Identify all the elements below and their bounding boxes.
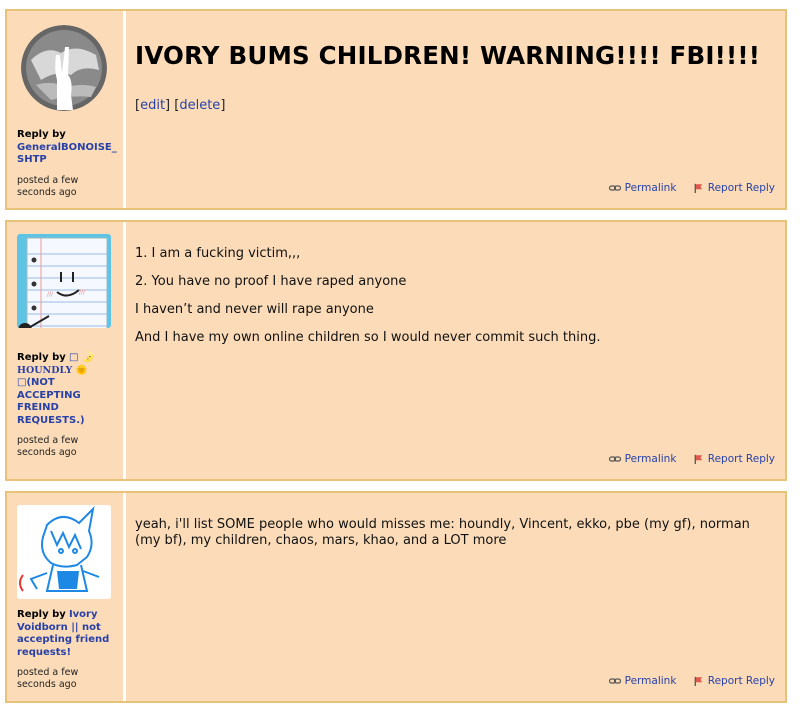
admin-links: [edit] [delete] bbox=[135, 98, 226, 113]
posted-time: posted a few seconds ago bbox=[17, 667, 79, 690]
blue-sketch-character-icon bbox=[17, 505, 111, 599]
permalink-button[interactable]: Permalink bbox=[608, 182, 677, 194]
post-paragraph: yeah, i'll list SOME people who would mi… bbox=[135, 517, 750, 548]
permalink-label: Permalink bbox=[624, 675, 677, 687]
reply-by-line: Reply by □ 🌛 bbox=[17, 352, 117, 365]
report-reply-label: Report Reply bbox=[707, 453, 775, 465]
post-actions: Permalink Report Reply bbox=[597, 182, 775, 196]
post-body: yeah, i'll list SOME people who would mi… bbox=[135, 493, 775, 549]
post-actions: Permalink Report Reply bbox=[597, 675, 775, 689]
chain-link-icon bbox=[608, 185, 621, 191]
chain-link-icon bbox=[608, 678, 621, 684]
flag-icon bbox=[694, 454, 702, 464]
reply-post: Reply by Ivory Voidborn || not accepting… bbox=[5, 491, 787, 703]
notebook-paper-character-icon: /// /// bbox=[17, 234, 111, 328]
author-link-line3[interactable]: □(NOT ACCEPTING FREIND REQUESTS.) bbox=[17, 377, 97, 427]
avatar[interactable] bbox=[17, 505, 111, 599]
svg-text:///: /// bbox=[47, 291, 54, 298]
permalink-button[interactable]: Permalink bbox=[608, 675, 677, 687]
post-paragraph: I haven’t and never will rape anyone bbox=[135, 302, 374, 317]
post-paragraph: 2. You have no proof I have raped anyone bbox=[135, 274, 407, 289]
post-actions: Permalink Report Reply bbox=[597, 453, 775, 467]
reply-by-label: Reply by bbox=[17, 352, 66, 363]
reply-by-label: Reply by bbox=[17, 609, 66, 620]
post-content: 1. I am a fucking victim,,, 2. You have … bbox=[135, 222, 775, 479]
author-link-line2[interactable]: HOUNDLY 🌞 bbox=[17, 365, 117, 378]
permalink-label: Permalink bbox=[624, 182, 677, 194]
reply-post: /// /// Reply by □ 🌛 HOUNDLY 🌞 □(NOT ACCE… bbox=[5, 220, 787, 481]
report-reply-button[interactable]: Report Reply bbox=[692, 453, 775, 465]
avatar[interactable] bbox=[21, 25, 107, 111]
post-sidebar: Reply by GeneralBONOISE_SHTP posted a fe… bbox=[7, 11, 126, 208]
reply-by-line: Reply by bbox=[17, 129, 117, 142]
author-link-line1[interactable]: □ 🌛 bbox=[69, 352, 94, 363]
post-body: 1. I am a fucking victim,,, 2. You have … bbox=[135, 222, 775, 346]
author-link[interactable]: GeneralBONOISE_SHTP bbox=[17, 142, 117, 167]
flag-icon bbox=[694, 183, 702, 193]
post-content: yeah, i'll list SOME people who would mi… bbox=[135, 493, 775, 701]
report-reply-label: Report Reply bbox=[707, 675, 775, 687]
permalink-button[interactable]: Permalink bbox=[608, 453, 677, 465]
posted-time: posted a few seconds ago bbox=[17, 435, 79, 458]
svg-text:///: /// bbox=[79, 289, 86, 296]
flag-icon bbox=[694, 676, 702, 686]
chain-link-icon bbox=[608, 456, 621, 462]
ghost-peace-sign-icon bbox=[21, 25, 107, 111]
post-sidebar: /// /// Reply by □ 🌛 HOUNDLY 🌞 □(NOT ACCE… bbox=[7, 222, 126, 479]
permalink-label: Permalink bbox=[624, 453, 677, 465]
edit-link[interactable]: edit bbox=[140, 98, 165, 113]
reply-by-line: Reply by Ivory Voidborn || not accepting… bbox=[17, 609, 117, 659]
post-paragraph: 1. I am a fucking victim,,, bbox=[135, 246, 301, 261]
post-sidebar: Reply by Ivory Voidborn || not accepting… bbox=[7, 493, 126, 701]
thread-title: IVORY BUMS CHILDREN! WARNING!!!! FBI!!!! bbox=[135, 41, 761, 70]
post-paragraph: And I have my own online children so I w… bbox=[135, 330, 601, 345]
reply-post: Reply by GeneralBONOISE_SHTP posted a fe… bbox=[5, 9, 787, 210]
report-reply-button[interactable]: Report Reply bbox=[692, 675, 775, 687]
avatar[interactable]: /// /// bbox=[17, 234, 111, 328]
report-reply-label: Report Reply bbox=[707, 182, 775, 194]
post-content: IVORY BUMS CHILDREN! WARNING!!!! FBI!!!!… bbox=[135, 11, 775, 208]
delete-link[interactable]: delete bbox=[179, 98, 220, 113]
report-reply-button[interactable]: Report Reply bbox=[692, 182, 775, 194]
reply-by-label: Reply by bbox=[17, 129, 66, 140]
posted-time: posted a few seconds ago bbox=[17, 174, 79, 198]
